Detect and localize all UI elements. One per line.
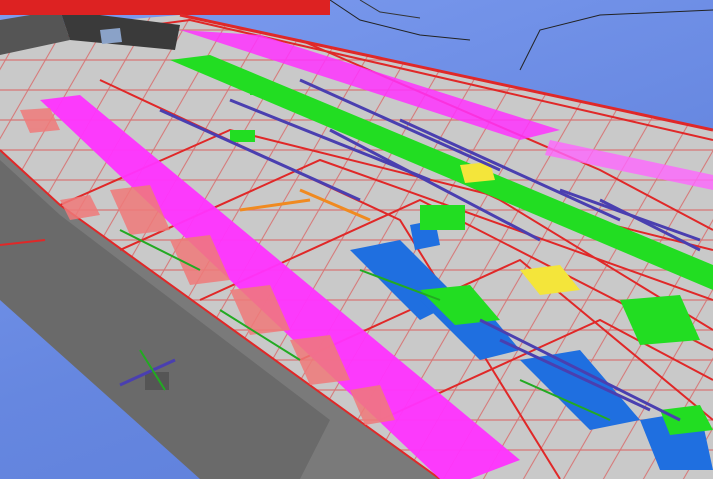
building-model-scene[interactable] (0, 0, 713, 479)
bim-3d-viewport[interactable] (0, 0, 713, 479)
